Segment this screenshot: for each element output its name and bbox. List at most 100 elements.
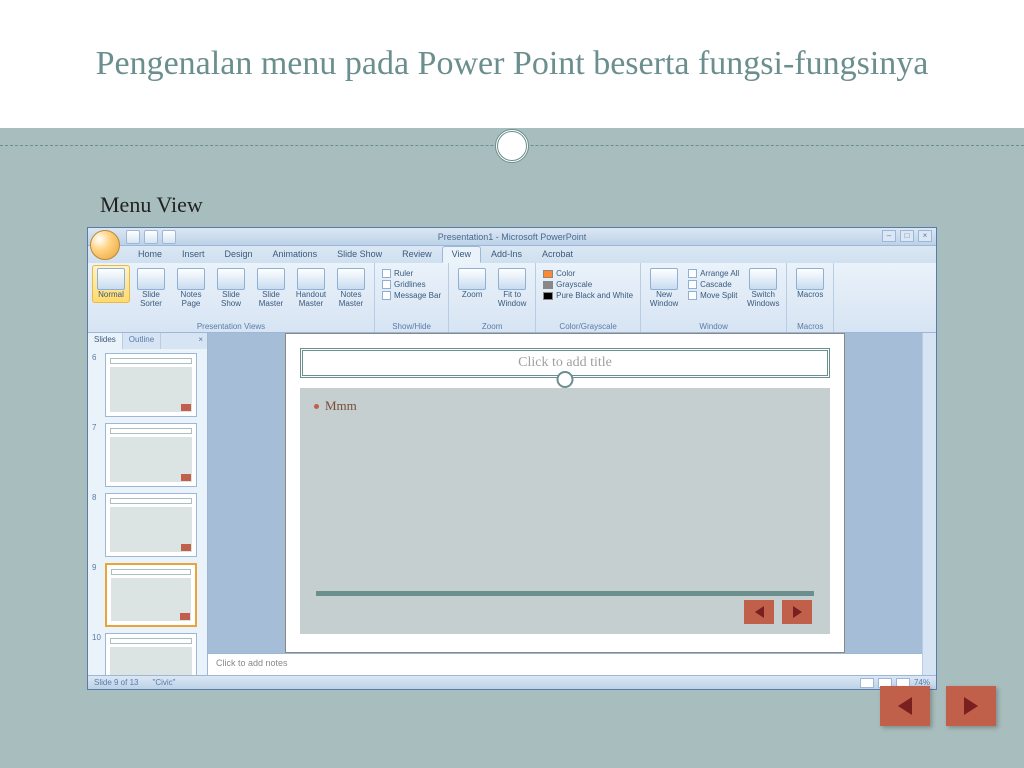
window-icon	[688, 291, 697, 300]
group-label: Color/Grayscale	[540, 321, 636, 332]
cascade-button[interactable]: Cascade	[688, 280, 739, 289]
office-button[interactable]	[90, 230, 120, 260]
tab-slides[interactable]: Slides	[88, 333, 123, 349]
color-swatch-icon	[543, 292, 553, 300]
slide-thumbnail[interactable]	[105, 353, 197, 417]
group-label: Zoom	[453, 321, 531, 332]
slide-show-button[interactable]: Slide Show	[212, 265, 250, 312]
handout-master-button[interactable]: Handout Master	[292, 265, 330, 312]
pure-black-and-white-button[interactable]: Pure Black and White	[543, 291, 633, 300]
notes-page-button[interactable]: Notes Page	[172, 265, 210, 312]
presentation-nav	[880, 686, 996, 726]
tab-view[interactable]: View	[442, 246, 481, 263]
next-slide-button[interactable]	[782, 600, 812, 624]
tab-add-ins[interactable]: Add-Ins	[481, 246, 532, 263]
macros-icon	[796, 268, 824, 290]
title-placeholder[interactable]: Click to add title	[300, 348, 830, 378]
notes-master-button[interactable]: Notes Master	[332, 265, 370, 312]
zoom-icon	[498, 268, 526, 290]
window-icon	[650, 268, 678, 290]
window-title: Presentation1 - Microsoft PowerPoint	[438, 232, 587, 242]
view-icon	[337, 268, 365, 290]
gridlines-checkbox[interactable]: Gridlines	[382, 280, 441, 289]
slide-counter: Slide 9 of 13	[94, 678, 138, 687]
macros-button[interactable]: Macros	[791, 265, 829, 303]
ribbon: NormalSlide SorterNotes PageSlide ShowSl…	[88, 263, 936, 333]
new-window-button[interactable]: New Window	[645, 265, 683, 312]
redo-icon[interactable]	[162, 230, 176, 244]
tab-design[interactable]: Design	[215, 246, 263, 263]
slide-thumbnail[interactable]	[105, 423, 197, 487]
canvas[interactable]: Click to add title Mmm	[208, 333, 922, 653]
group-label: Show/Hide	[379, 321, 444, 332]
view-icon	[177, 268, 205, 290]
group-zoom: ZoomFit to Window Zoom	[449, 263, 536, 332]
titlebar: Presentation1 - Microsoft PowerPoint – □…	[88, 228, 936, 246]
group-label: Window	[645, 321, 782, 332]
slide-master-button[interactable]: Slide Master	[252, 265, 290, 312]
tab-animations[interactable]: Animations	[263, 246, 328, 263]
move-split-button[interactable]: Move Split	[688, 291, 739, 300]
view-icon	[97, 268, 125, 290]
save-icon[interactable]	[126, 230, 140, 244]
message-bar-checkbox[interactable]: Message Bar	[382, 291, 441, 300]
powerpoint-window: Presentation1 - Microsoft PowerPoint – □…	[87, 227, 937, 690]
prev-slide-button[interactable]	[744, 600, 774, 624]
previous-button[interactable]	[880, 686, 930, 726]
tab-insert[interactable]: Insert	[172, 246, 215, 263]
arrange-all-button[interactable]: Arrange All	[688, 269, 739, 278]
group-label: Presentation Views	[92, 321, 370, 332]
slide-nav-buttons	[744, 600, 812, 624]
tab-acrobat[interactable]: Acrobat	[532, 246, 583, 263]
tab-slide-show[interactable]: Slide Show	[327, 246, 392, 263]
bullet-item: Mmm	[314, 398, 816, 414]
thumb-number: 6	[92, 353, 102, 417]
quick-access-toolbar	[126, 230, 176, 244]
theme-name: "Civic"	[152, 678, 175, 687]
group-window: New Window Arrange AllCascadeMove Split …	[641, 263, 787, 332]
notes-pane[interactable]: Click to add notes	[208, 653, 922, 675]
slide-thumbnail[interactable]	[105, 493, 197, 557]
decorative-ring-icon	[557, 371, 574, 388]
normal-view-icon[interactable]	[860, 678, 874, 688]
tab-outline[interactable]: Outline	[123, 333, 161, 349]
color-button[interactable]: Color	[543, 269, 633, 278]
checkbox-icon	[382, 269, 391, 278]
content-placeholder[interactable]: Mmm	[300, 388, 830, 634]
thumb-number: 7	[92, 423, 102, 487]
grayscale-button[interactable]: Grayscale	[543, 280, 633, 289]
group-show-hide: Ruler Gridlines Message Bar Show/Hide	[375, 263, 449, 332]
slide-title-area: Pengenalan menu pada Power Point beserta…	[0, 0, 1024, 128]
thumbnail-list[interactable]: 678910	[88, 349, 207, 675]
slide[interactable]: Click to add title Mmm	[285, 333, 845, 653]
normal-button[interactable]: Normal	[92, 265, 130, 303]
switch-windows-button[interactable]: Switch Windows	[744, 265, 782, 312]
close-button[interactable]: ×	[918, 230, 932, 242]
next-button[interactable]	[946, 686, 996, 726]
vertical-scrollbar[interactable]	[922, 333, 936, 675]
fit-to-window-button[interactable]: Fit to Window	[493, 265, 531, 312]
group-label: Macros	[791, 321, 829, 332]
panel-tabs: Slides Outline ×	[88, 333, 207, 349]
slide-thumbnail[interactable]	[105, 563, 197, 627]
tab-review[interactable]: Review	[392, 246, 442, 263]
window-icon	[688, 269, 697, 278]
slide-thumbnail[interactable]	[105, 633, 197, 675]
tab-home[interactable]: Home	[128, 246, 172, 263]
checkbox-icon	[382, 291, 391, 300]
zoom-button[interactable]: Zoom	[453, 265, 491, 303]
slide-sorter-button[interactable]: Slide Sorter	[132, 265, 170, 312]
window-icon	[688, 280, 697, 289]
view-icon	[257, 268, 285, 290]
decorative-bar	[316, 591, 814, 596]
section-label: Menu View	[100, 192, 203, 218]
thumb-number: 9	[92, 563, 102, 627]
panel-close-icon[interactable]: ×	[194, 333, 207, 349]
undo-icon[interactable]	[144, 230, 158, 244]
view-icon	[297, 268, 325, 290]
view-icon	[137, 268, 165, 290]
restore-button[interactable]: □	[900, 230, 914, 242]
minimize-button[interactable]: –	[882, 230, 896, 242]
ruler-checkbox[interactable]: Ruler	[382, 269, 441, 278]
thumb-number: 8	[92, 493, 102, 557]
